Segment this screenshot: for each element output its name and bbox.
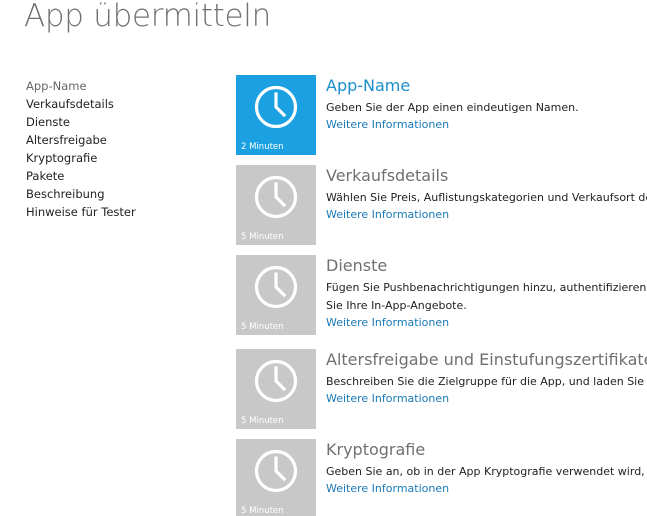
section-description: Wählen Sie Preis, Auflistungskategorien …: [326, 191, 647, 204]
section-description: Geben Sie an, ob in der App Kryptografie…: [326, 465, 647, 478]
more-info-link[interactable]: Weitere Informationen: [326, 316, 449, 329]
sidebar-item-app-name[interactable]: App-Name: [26, 77, 206, 95]
section-tile-kryptografie[interactable]: 5 Minuten: [236, 439, 316, 516]
more-info-link[interactable]: Weitere Informationen: [326, 208, 449, 221]
sidebar-item-verkaufsdetails[interactable]: Verkaufsdetails: [26, 95, 206, 113]
section-description: Geben Sie der App einen eindeutigen Name…: [326, 101, 579, 114]
time-estimate: 5 Minuten: [241, 322, 284, 332]
section-altersfreigabe: 5 Minuten Altersfreigabe und Einstufungs…: [236, 349, 647, 429]
page-title: App übermitteln: [24, 0, 271, 34]
clock-icon: [254, 85, 298, 129]
submit-app-page: App übermitteln App-Name Verkaufsdetails…: [0, 0, 647, 516]
time-estimate: 5 Minuten: [241, 232, 284, 242]
more-info-link[interactable]: Weitere Informationen: [326, 118, 449, 131]
clock-icon: [254, 449, 298, 493]
section-description: Beschreiben Sie die Zielgruppe für die A…: [326, 375, 647, 388]
sidebar-item-hinweise-fuer-tester[interactable]: Hinweise für Tester: [26, 203, 206, 221]
more-info-link[interactable]: Weitere Informationen: [326, 482, 449, 495]
more-info-link[interactable]: Weitere Informationen: [326, 392, 449, 405]
section-title[interactable]: Dienste: [326, 256, 387, 275]
clock-icon: [254, 265, 298, 309]
sidebar-item-kryptografie[interactable]: Kryptografie: [26, 149, 206, 167]
time-estimate: 2 Minuten: [241, 142, 284, 152]
section-tile-altersfreigabe[interactable]: 5 Minuten: [236, 349, 316, 429]
section-description: Fügen Sie Pushbenachrichtigungen hinzu, …: [326, 281, 647, 312]
time-estimate: 5 Minuten: [241, 416, 284, 426]
sidebar-item-pakete[interactable]: Pakete: [26, 167, 206, 185]
section-verkaufsdetails: 5 Minuten Verkaufsdetails Wählen Sie Pre…: [236, 165, 647, 245]
section-title[interactable]: Kryptografie: [326, 440, 425, 459]
clock-icon: [254, 359, 298, 403]
sidebar-nav: App-Name Verkaufsdetails Dienste Altersf…: [26, 77, 206, 221]
sidebar-item-dienste[interactable]: Dienste: [26, 113, 206, 131]
section-title[interactable]: Altersfreigabe und Einstufungszertifikat…: [326, 350, 647, 369]
sidebar-item-beschreibung[interactable]: Beschreibung: [26, 185, 206, 203]
clock-icon: [254, 175, 298, 219]
section-dienste: 5 Minuten Dienste Fügen Sie Pushbenachri…: [236, 255, 647, 335]
section-kryptografie: 5 Minuten Kryptografie Geben Sie an, ob …: [236, 439, 647, 516]
section-tile-verkaufsdetails[interactable]: 5 Minuten: [236, 165, 316, 245]
section-tile-app-name[interactable]: 2 Minuten: [236, 75, 316, 155]
section-app-name: 2 Minuten App-Name Geben Sie der App ein…: [236, 75, 647, 155]
section-tile-dienste[interactable]: 5 Minuten: [236, 255, 316, 335]
sidebar-item-altersfreigabe[interactable]: Altersfreigabe: [26, 131, 206, 149]
section-title[interactable]: App-Name: [326, 76, 410, 95]
time-estimate: 5 Minuten: [241, 506, 284, 516]
section-title[interactable]: Verkaufsdetails: [326, 166, 448, 185]
